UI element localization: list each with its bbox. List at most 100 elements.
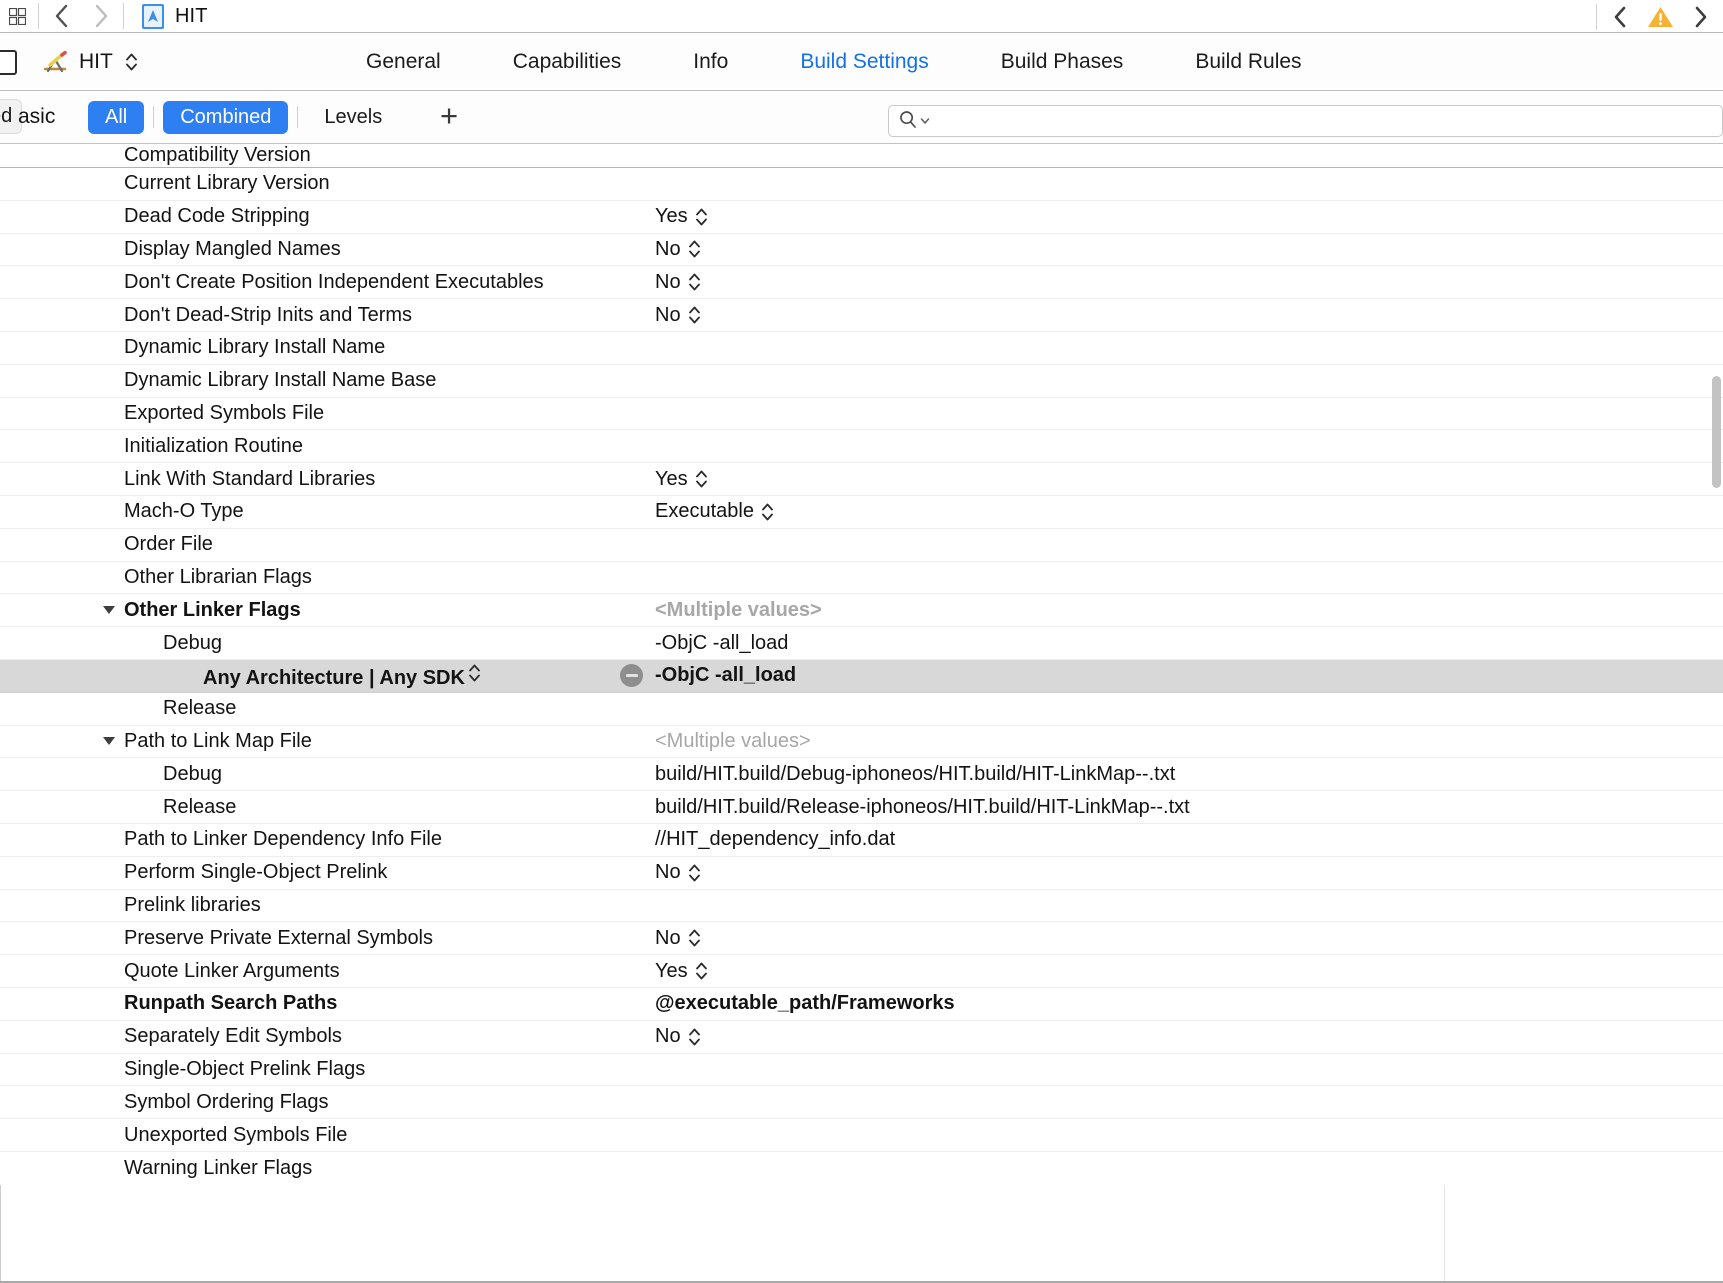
table-row[interactable]: Exported Symbols File [0,397,1723,431]
editor-tabs: General Capabilities Info Build Settings… [330,46,1338,78]
setting-value-label[interactable]: //HIT_dependency_info.dat [655,828,895,851]
table-row[interactable]: Dynamic Library Install Name [0,331,1723,365]
chevron-down-icon[interactable] [920,115,930,127]
setting-value-label[interactable]: No [655,271,701,294]
setting-value-label[interactable]: -ObjC -all_load [655,664,796,687]
table-row[interactable]: Don't Dead-Strip Inits and Terms No [0,299,1723,332]
table-row[interactable]: Separately Edit Symbols No [0,1020,1723,1054]
basic-filter-button[interactable]: asic [18,105,55,129]
panel-toggle-icon[interactable] [0,7,34,25]
table-row[interactable]: Quote Linker Arguments Yes [0,955,1723,988]
project-editor-tab-bar: HIT General Capabilities Info Build Sett… [0,33,1723,91]
value-stepper-icon[interactable] [688,1026,701,1048]
setting-value-label[interactable]: Yes [655,960,708,983]
condition-stepper-icon[interactable] [468,662,481,684]
setting-value-label[interactable]: build/HIT.build/Debug-iphoneos/HIT.build… [655,763,1175,786]
tab-build-rules[interactable]: Build Rules [1159,46,1337,78]
tab-build-settings[interactable]: Build Settings [764,46,964,78]
tab-build-phases[interactable]: Build Phases [965,46,1160,78]
target-selector[interactable]: HIT [40,48,138,76]
table-row[interactable]: Warning Linker Flags [0,1151,1723,1185]
vertical-scrollbar[interactable] [1712,376,1721,488]
table-row[interactable]: Unexported Symbols File [0,1119,1723,1152]
table-row[interactable]: Single-Object Prelink Flags [0,1053,1723,1087]
setting-name-label: Don't Dead-Strip Inits and Terms [124,303,413,326]
table-row[interactable]: Display Mangled Names No [0,233,1723,267]
table-row[interactable]: Don't Create Position Independent Execut… [0,266,1723,300]
setting-name-label: Debug [163,631,222,654]
setting-name-label: Mach-O Type [124,500,244,523]
search-input[interactable] [933,110,1722,132]
tab-capabilities[interactable]: Capabilities [477,46,658,78]
value-stepper-icon[interactable] [695,960,708,982]
setting-name-label: Dead Code Stripping [124,205,310,228]
setting-value-label[interactable]: -ObjC -all_load [655,632,788,655]
warning-triangle-icon[interactable] [1645,3,1675,30]
table-row[interactable]: Release build/HIT.build/Release-iphoneos/… [0,791,1723,824]
value-stepper-icon[interactable] [688,927,701,949]
setting-name-label: Preserve Private External Symbols [124,926,434,949]
nav-forward-button[interactable] [81,1,119,31]
setting-value-label[interactable]: @executable_path/Frameworks [655,992,955,1015]
previous-issue-button[interactable] [1601,2,1639,32]
setting-value-text: <Multiple values> [655,729,811,752]
setting-value-label[interactable]: No [655,861,701,884]
setting-value-text: Executable [655,500,754,523]
table-row[interactable]: Debug -ObjC -all_load [0,627,1723,660]
setting-value-label[interactable]: No [655,238,701,261]
value-stepper-icon[interactable] [688,238,701,260]
setting-value-label[interactable]: build/HIT.build/Release-iphoneos/HIT.bui… [655,796,1190,819]
nav-back-button[interactable] [43,1,81,31]
table-row[interactable]: Current Library Version [0,168,1723,201]
table-row[interactable]: Debug build/HIT.build/Debug-iphoneos/HIT.… [0,758,1723,792]
table-row[interactable]: Perform Single-Object Prelink No [0,856,1723,890]
table-row[interactable]: Compatibility Version [0,144,1723,168]
value-stepper-icon[interactable] [695,206,708,228]
value-stepper-icon[interactable] [761,501,774,523]
add-build-setting-button[interactable]: + [440,100,458,135]
table-row[interactable]: Release [0,692,1723,726]
table-row[interactable]: Dead Code Stripping Yes [0,200,1723,234]
setting-name-label: Separately Edit Symbols [124,1025,342,1048]
table-row[interactable]: Other Librarian Flags [0,561,1723,595]
table-row[interactable]: Other Linker Flags <Multiple values> [0,594,1723,628]
setting-value-text: -ObjC -all_load [655,631,789,654]
value-stepper-icon[interactable] [688,271,701,293]
build-settings-table[interactable]: Compatibility Version Current Library Ver… [0,144,1723,1283]
value-stepper-icon[interactable] [688,862,701,884]
table-row[interactable]: Runpath Search Paths @executable_path/Fra… [0,987,1723,1021]
table-row[interactable]: Mach-O Type Executable [0,495,1723,529]
table-row[interactable]: Initialization Routine [0,430,1723,464]
setting-value-label[interactable]: No [655,304,701,327]
search-field[interactable] [888,105,1723,137]
setting-value-label[interactable]: <Multiple values> [655,730,811,753]
table-row[interactable]: Link With Standard Libraries Yes [0,463,1723,496]
setting-value-label[interactable]: No [655,1025,701,1048]
table-row[interactable]: Symbol Ordering Flags [0,1086,1723,1120]
remove-condition-button[interactable] [620,664,643,688]
stepper-updown-icon[interactable] [125,51,138,73]
value-stepper-icon[interactable] [695,468,708,490]
table-row[interactable]: Order File [0,528,1723,562]
table-row[interactable]: Dynamic Library Install Name Base [0,364,1723,398]
setting-value-label[interactable]: Yes [655,468,708,491]
table-row[interactable]: Path to Link Map File <Multiple values> [0,725,1723,759]
value-stepper-icon[interactable] [688,304,701,326]
tab-info[interactable]: Info [657,46,764,78]
next-issue-button[interactable] [1681,2,1719,32]
filter-all-button[interactable]: All [88,100,145,134]
setting-value-label[interactable]: No [655,927,701,950]
setting-value-label[interactable]: <Multiple values> [655,599,822,622]
setting-value-label[interactable]: Yes [655,205,708,228]
setting-value-label[interactable]: Executable [655,500,774,523]
table-row[interactable]: Any Architecture | Any SDK -ObjC -all_loa… [0,659,1723,693]
project-list-checkbox[interactable] [0,50,17,75]
table-row[interactable]: Path to Linker Dependency Info File //HIT… [0,823,1723,857]
tab-general[interactable]: General [330,46,477,78]
disclosure-triangle-icon[interactable] [103,737,115,746]
disclosure-triangle-icon[interactable] [103,606,115,615]
filter-levels-button[interactable]: Levels [307,101,399,134]
table-row[interactable]: Preserve Private External Symbols No [0,922,1723,956]
table-row[interactable]: Prelink libraries [0,889,1723,923]
filter-combined-button[interactable]: Combined [163,100,289,134]
